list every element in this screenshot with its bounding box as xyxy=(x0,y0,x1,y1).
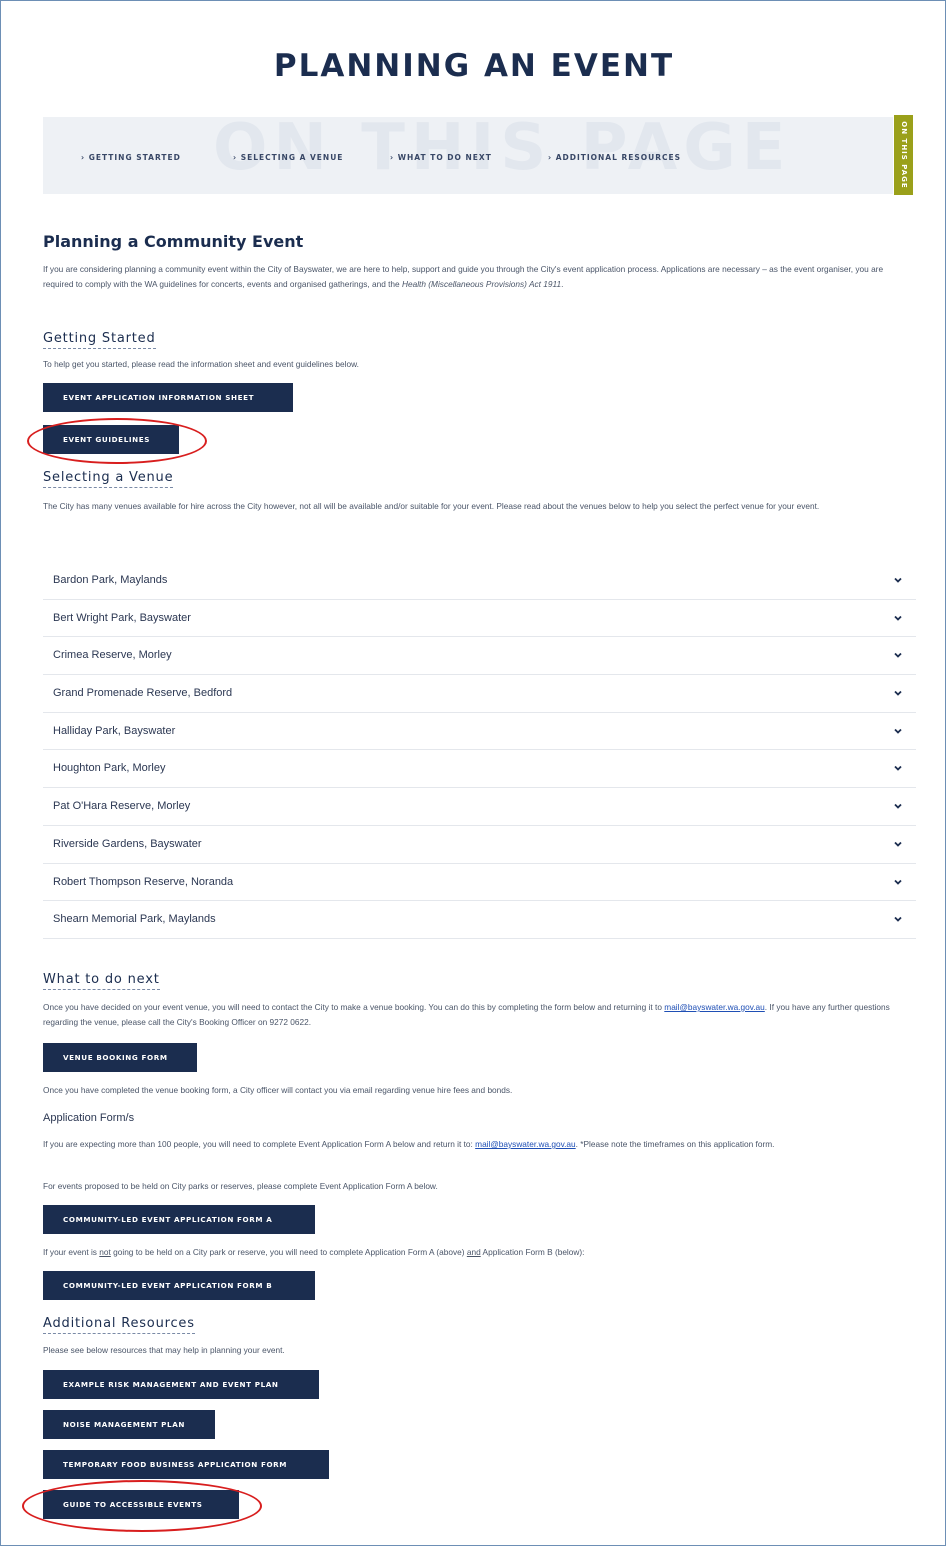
getting-started-text: To help get you started, please read the… xyxy=(43,359,359,369)
email-link[interactable]: mail@bayswater.wa.gov.au xyxy=(664,1002,765,1012)
additional-resources-text: Please see below resources that may help… xyxy=(43,1345,285,1355)
accordion-item-label: Bert Wright Park, Bayswater xyxy=(53,611,191,624)
section-heading-selecting-venue: Selecting a Venue xyxy=(43,470,174,488)
accordion-item-label: Grand Promenade Reserve, Bedford xyxy=(53,687,233,700)
nav-link-additional-resources[interactable]: › ADDITIONAL RESOURCES xyxy=(548,153,681,162)
accessible-events-guide-button[interactable]: GUIDE TO ACCESSIBLE EVENTS xyxy=(43,1490,239,1519)
accordion-item-pat-ohara-reserve[interactable]: Pat O'Hara Reserve, Morley xyxy=(43,788,916,826)
chevron-down-icon xyxy=(894,841,902,847)
subheading-application-forms: Application Form/s xyxy=(43,1112,135,1124)
accordion-item-label: Robert Thompson Reserve, Noranda xyxy=(53,875,234,888)
application-forms-paragraph-3: If your event is not going to be held on… xyxy=(43,1247,585,1257)
application-form-a-button[interactable]: COMMUNITY-LED EVENT APPLICATION FORM A xyxy=(43,1205,315,1234)
on-this-page-nav: ON THIS PAGE › GETTING STARTED › SELECTI… xyxy=(43,117,893,194)
accordion-item-riverside-gardens[interactable]: Riverside Gardens, Bayswater xyxy=(43,826,916,864)
chevron-down-icon xyxy=(894,577,902,583)
event-application-info-sheet-button[interactable]: EVENT APPLICATION INFORMATION SHEET xyxy=(43,383,293,412)
section-heading-additional-resources: Additional Resources xyxy=(43,1316,195,1334)
accordion-item-label: Pat O'Hara Reserve, Morley xyxy=(53,800,191,813)
chevron-down-icon xyxy=(894,690,902,696)
application-forms-paragraph-1: If you are expecting more than 100 peopl… xyxy=(43,1139,775,1149)
chevron-down-icon xyxy=(894,766,902,772)
nav-link-getting-started[interactable]: › GETTING STARTED xyxy=(81,153,181,162)
accordion-item-label: Halliday Park, Bayswater xyxy=(53,724,176,737)
temporary-food-business-form-button[interactable]: TEMPORARY FOOD BUSINESS APPLICATION FORM xyxy=(43,1450,329,1479)
accordion-item-bardon-park[interactable]: Bardon Park, Maylands xyxy=(43,562,916,600)
accordion-item-label: Bardon Park, Maylands xyxy=(53,574,168,586)
section-heading-getting-started: Getting Started xyxy=(43,331,156,349)
venue-booking-form-button[interactable]: VENUE BOOKING FORM xyxy=(43,1043,197,1072)
chevron-down-icon xyxy=(894,653,902,659)
accordion-item-label: Shearn Memorial Park, Maylands xyxy=(53,913,216,926)
chevron-down-icon xyxy=(894,728,902,734)
chevron-down-icon xyxy=(894,879,902,885)
accordion-item-houghton-park[interactable]: Houghton Park, Morley xyxy=(43,750,916,789)
intro-paragraph: If you are considering planning a commun… xyxy=(43,264,884,289)
section-heading-planning: Planning a Community Event xyxy=(43,232,304,251)
section-heading-what-to-do-next: What to do next xyxy=(43,972,160,990)
on-this-page-watermark: ON THIS PAGE xyxy=(213,117,792,185)
chevron-down-icon xyxy=(894,917,902,922)
risk-management-plan-button[interactable]: EXAMPLE RISK MANAGEMENT AND EVENT PLAN xyxy=(43,1370,319,1399)
chevron-down-icon xyxy=(894,615,902,621)
on-this-page-tab[interactable]: ON THIS PAGE xyxy=(894,115,913,195)
what-next-paragraph: Once you have decided on your event venu… xyxy=(43,1002,890,1027)
accordion-item-label: Riverside Gardens, Bayswater xyxy=(53,837,202,850)
accordion-item-shearn-memorial-park[interactable]: Shearn Memorial Park, Maylands xyxy=(43,901,916,939)
on-this-page-tab-label: ON THIS PAGE xyxy=(899,121,908,189)
page-title: PLANNING AN EVENT xyxy=(273,48,675,84)
accordion-item-label: Houghton Park, Morley xyxy=(53,762,166,775)
accordion-item-label: Crimea Reserve, Morley xyxy=(53,649,172,662)
application-forms-paragraph-2: For events proposed to be held on City p… xyxy=(43,1181,438,1191)
venue-accordion: Bardon Park, Maylands Bert Wright Park, … xyxy=(43,562,916,939)
accordion-item-robert-thompson-reserve[interactable]: Robert Thompson Reserve, Noranda xyxy=(43,864,916,902)
accordion-item-grand-promenade-reserve[interactable]: Grand Promenade Reserve, Bedford xyxy=(43,675,916,713)
email-link[interactable]: mail@bayswater.wa.gov.au xyxy=(475,1139,576,1149)
chevron-down-icon xyxy=(894,803,902,809)
accordion-item-halliday-park[interactable]: Halliday Park, Bayswater xyxy=(43,713,916,751)
what-next-after-text: Once you have completed the venue bookin… xyxy=(43,1085,513,1095)
application-form-b-button[interactable]: COMMUNITY-LED EVENT APPLICATION FORM B xyxy=(43,1271,315,1300)
accordion-item-crimea-reserve[interactable]: Crimea Reserve, Morley xyxy=(43,637,916,676)
nav-link-what-to-do-next[interactable]: › WHAT TO DO NEXT xyxy=(390,153,492,162)
event-guidelines-button[interactable]: EVENT GUIDELINES xyxy=(43,425,179,454)
nav-link-selecting-venue[interactable]: › SELECTING A VENUE xyxy=(233,153,343,162)
selecting-venue-text: The City has many venues available for h… xyxy=(43,501,820,511)
noise-management-plan-button[interactable]: NOISE MANAGEMENT PLAN xyxy=(43,1410,215,1439)
accordion-item-bert-wright-park[interactable]: Bert Wright Park, Bayswater xyxy=(43,600,916,638)
